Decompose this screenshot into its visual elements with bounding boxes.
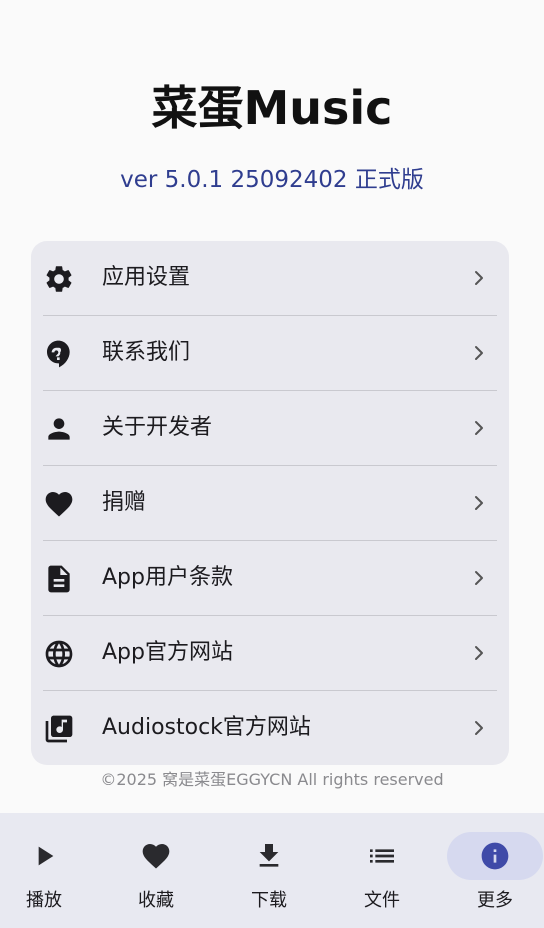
nav-tab-play[interactable]: 播放 [0,813,98,928]
menu-item-donate[interactable]: 捐赠 [31,466,509,541]
menu-item-label: App用户条款 [102,565,233,590]
heart-icon [43,488,75,520]
copyright-text: ©2025 窝是菜蛋EGGYCN All rights reserved [100,770,444,789]
nav-icon-container [108,832,204,880]
menu-item-about-developer[interactable]: 关于开发者 [31,391,509,466]
music-library-icon [43,713,75,745]
menu-item-label: 应用设置 [102,265,191,290]
menu-item-contact-us[interactable]: 联系我们 [31,316,509,391]
nav-tab-label: 收藏 [138,890,174,911]
nav-tab-label: 下载 [251,890,287,911]
chevron-right-icon [469,717,489,739]
chevron-right-icon [469,642,489,664]
globe-icon [43,638,75,670]
menu-card: 应用设置 联系我们 关于开发者 捐赠 App用户条款 App官方网站 Audio… [31,241,509,765]
nav-tab-files[interactable]: 文件 [328,813,436,928]
bottom-navigation-bar: 播放 收藏 下载 文件 更多 [0,813,544,928]
menu-item-label: 联系我们 [102,340,191,365]
menu-item-app-settings[interactable]: 应用设置 [31,241,509,316]
person-icon [43,413,75,445]
menu-item-user-terms[interactable]: App用户条款 [31,541,509,616]
nav-tab-download[interactable]: 下载 [215,813,323,928]
chevron-right-icon [469,267,489,289]
nav-active-indicator [447,832,543,880]
nav-icon-container [221,832,317,880]
nav-tab-favorites[interactable]: 收藏 [102,813,210,928]
heart-icon [142,844,170,869]
app-title: 菜蛋Music [151,81,393,135]
chevron-right-icon [469,417,489,439]
menu-item-label: 关于开发者 [102,415,213,440]
menu-item-official-website[interactable]: App官方网站 [31,616,509,691]
menu-item-label: App官方网站 [102,640,233,665]
nav-icon-container [334,832,430,880]
chevron-right-icon [469,342,489,364]
menu-item-label: Audiostock官方网站 [102,715,311,740]
chevron-right-icon [469,492,489,514]
app-version: ver 5.0.1 25092402 正式版 [120,167,424,193]
download-icon [259,844,279,867]
info-icon [481,842,509,870]
menu-item-label: 捐赠 [102,490,147,515]
nav-tab-more[interactable]: 更多 [441,813,544,928]
nav-icon-container [0,832,92,880]
help-chat-icon [43,338,75,370]
play-icon [38,846,54,866]
chevron-right-icon [469,567,489,589]
nav-tab-label: 更多 [477,890,513,911]
document-icon [43,563,75,595]
menu-item-audiostock-website[interactable]: Audiostock官方网站 [31,691,509,765]
nav-tab-label: 播放 [26,890,62,911]
list-icon [370,849,394,863]
nav-tab-label: 文件 [364,890,400,911]
settings-gear-icon [43,263,75,295]
